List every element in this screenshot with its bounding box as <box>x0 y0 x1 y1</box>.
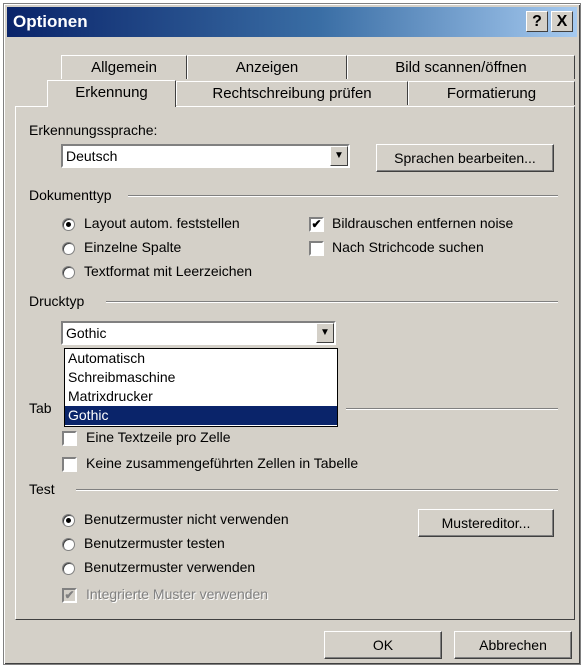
checkbox-barcode-label: Nach Strichcode suchen <box>332 239 484 255</box>
dropdown-option[interactable]: Matrixdrucker <box>65 387 337 406</box>
print-type-value: Gothic <box>66 325 107 341</box>
help-button[interactable]: ? <box>526 11 548 32</box>
checkbox-denoise-label: Bildrauschen entfernen noise <box>332 215 514 231</box>
group-divider <box>346 408 558 410</box>
group-divider <box>76 489 558 491</box>
group-divider <box>106 301 558 303</box>
recognition-language-value: Deutsch <box>66 148 118 164</box>
radio-single-column[interactable] <box>62 242 75 255</box>
tab-allgemein[interactable]: Allgemein <box>61 55 187 79</box>
print-type-combo[interactable]: Gothic ▼ <box>61 321 336 345</box>
radio-pattern-test[interactable] <box>62 538 75 551</box>
checkbox-one-line-per-cell[interactable] <box>62 431 77 446</box>
chevron-down-icon[interactable]: ▼ <box>316 323 334 343</box>
checkbox-barcode[interactable] <box>309 241 324 256</box>
checkbox-one-line-per-cell-label: Eine Textzeile pro Zelle <box>86 429 231 445</box>
ok-button[interactable]: OK <box>324 631 442 659</box>
radio-single-column-label: Einzelne Spalte <box>84 239 182 255</box>
radio-layout-auto-label: Layout autom. feststellen <box>84 215 240 231</box>
dropdown-option[interactable]: Automatisch <box>65 349 337 368</box>
tab-formatierung[interactable]: Formatierung <box>408 81 575 105</box>
edit-languages-button[interactable]: Sprachen bearbeiten... <box>376 144 554 172</box>
radio-text-with-spaces-label: Textformat mit Leerzeichen <box>84 263 253 279</box>
dropdown-option[interactable]: Schreibmaschine <box>65 368 337 387</box>
checkbox-no-merged-cells[interactable] <box>62 457 77 472</box>
document-type-label: Dokumenttyp <box>29 187 112 203</box>
checkbox-no-merged-cells-label: Keine zusammengeführten Zellen in Tabell… <box>86 455 359 471</box>
radio-pattern-use[interactable] <box>62 562 75 575</box>
tab-bild-scannen[interactable]: Bild scannen/öffnen <box>347 55 575 79</box>
tab-erkennung[interactable]: Erkennung <box>47 80 176 107</box>
table-group-label: Tab <box>29 400 52 416</box>
chevron-down-icon[interactable]: ▼ <box>330 146 348 166</box>
checkbox-denoise[interactable]: ✔ <box>309 217 324 232</box>
print-type-dropdown-list[interactable]: Automatisch Schreibmaschine Matrixdrucke… <box>64 348 338 427</box>
title-bar[interactable]: Optionen ? X <box>7 7 577 37</box>
radio-pattern-not-use-label: Benutzermuster nicht verwenden <box>84 511 289 527</box>
pattern-editor-button[interactable]: Mustereditor... <box>418 509 554 537</box>
cancel-button[interactable]: Abbrechen <box>454 631 572 659</box>
checkbox-integrated-patterns[interactable]: ✔ <box>62 588 77 603</box>
options-dialog: Optionen ? X Allgemein Anzeigen Bild sca… <box>3 3 581 665</box>
radio-text-with-spaces[interactable] <box>62 266 75 279</box>
radio-layout-auto[interactable] <box>62 218 75 231</box>
recognition-language-combo[interactable]: Deutsch ▼ <box>61 144 350 168</box>
close-button[interactable]: X <box>551 11 573 32</box>
recognition-language-label: Erkennungssprache: <box>29 122 158 138</box>
radio-pattern-not-use[interactable] <box>62 514 75 527</box>
radio-pattern-test-label: Benutzermuster testen <box>84 535 225 551</box>
radio-pattern-use-label: Benutzermuster verwenden <box>84 559 256 575</box>
checkbox-integrated-patterns-label: Integrierte Muster verwenden <box>86 586 269 602</box>
tab-rechtschreibung[interactable]: Rechtschreibung prüfen <box>176 81 408 105</box>
group-divider <box>128 195 558 197</box>
window-title: Optionen <box>13 12 88 31</box>
tab-anzeigen[interactable]: Anzeigen <box>187 55 347 79</box>
dropdown-option-selected[interactable]: Gothic <box>65 406 337 425</box>
print-type-label: Drucktyp <box>29 293 85 309</box>
test-group-label: Test <box>29 481 55 497</box>
